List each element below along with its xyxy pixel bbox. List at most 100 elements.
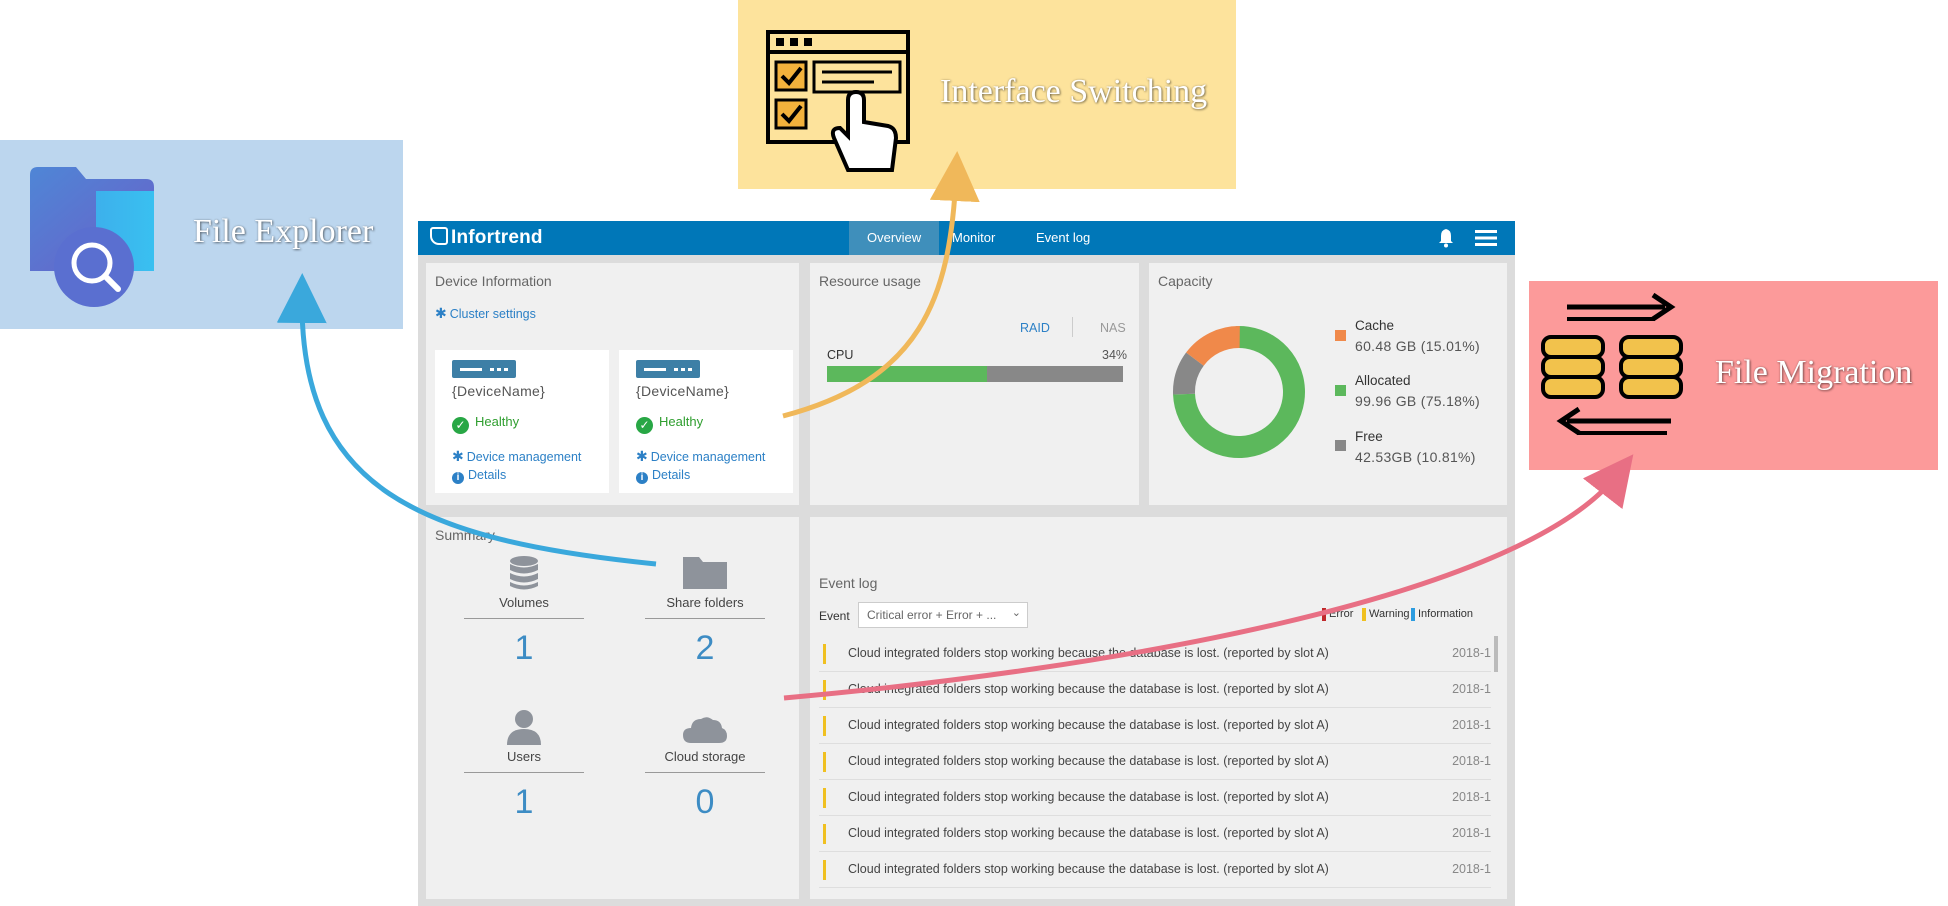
event-list-scrollbar[interactable] <box>1494 636 1498 672</box>
cache-legend-swatch <box>1335 330 1346 341</box>
toggle-divider <box>1072 317 1073 337</box>
allocated-label: Allocated <box>1355 373 1411 388</box>
cluster-settings-link[interactable]: ✱ Cluster settings <box>435 305 536 322</box>
chevron-down-icon: ⌄ <box>1011 607 1021 619</box>
hamburger-menu-icon[interactable] <box>1475 230 1497 246</box>
summary-volumes[interactable]: Volumes 1 <box>464 591 584 668</box>
cache-label: Cache <box>1355 318 1395 333</box>
summary-users[interactable]: Users 1 <box>464 745 584 822</box>
event-date: 2018-1 <box>1452 826 1491 840</box>
event-filter-value: Critical error + Error + ... <box>867 608 997 622</box>
details-link[interactable]: i Details <box>452 468 506 484</box>
error-legend-label: Error <box>1329 608 1354 620</box>
device-management-link[interactable]: ✱ Device management <box>452 448 581 465</box>
share-folders-count: 2 <box>695 629 715 667</box>
file-migration-title: File Migration <box>1715 354 1913 391</box>
event-message: Cloud integrated folders stop working be… <box>848 682 1329 696</box>
event-row[interactable]: Cloud integrated folders stop working be… <box>819 852 1491 888</box>
health-status-label: Healthy <box>475 414 520 429</box>
toggle-nas[interactable]: NAS <box>1100 321 1126 335</box>
health-status: ✓ Healthy <box>636 414 703 434</box>
device-name: {DeviceName} <box>452 383 546 399</box>
cache-value: 60.48 GB (15.01%) <box>1355 338 1480 354</box>
details-link[interactable]: i Details <box>636 468 690 484</box>
cloud-storage-count: 0 <box>695 783 715 821</box>
event-message: Cloud integrated folders stop working be… <box>848 862 1329 876</box>
free-value: 42.53GB (10.81%) <box>1355 449 1476 465</box>
warning-legend-swatch <box>1362 608 1366 621</box>
check-circle-icon: ✓ <box>636 417 653 434</box>
warning-indicator <box>823 680 826 700</box>
interface-touch-icon <box>766 30 910 172</box>
event-row[interactable]: Cloud integrated folders stop working be… <box>819 816 1491 852</box>
capacity-panel: Capacity Cache 60.48 GB (15.01%) Allocat… <box>1149 263 1507 505</box>
divider <box>464 618 584 619</box>
file-explorer-callout: File Explorer <box>0 140 403 329</box>
details-label: Details <box>652 468 691 482</box>
infortrend-logo[interactable]: Infortrend <box>430 227 543 249</box>
toggle-raid[interactable]: RAID <box>1020 321 1050 335</box>
device-name: {DeviceName} <box>636 383 730 399</box>
bell-icon[interactable] <box>1437 228 1455 248</box>
warning-indicator <box>823 824 826 844</box>
event-row[interactable]: Cloud integrated folders stop working be… <box>819 636 1491 672</box>
device-information-title: Device Information <box>435 273 552 289</box>
info-icon: i <box>452 472 464 484</box>
event-date: 2018-1 <box>1452 754 1491 768</box>
event-filter-select[interactable]: Critical error + Error + ... ⌄ <box>858 602 1028 628</box>
interface-switching-callout: Interface Switching <box>738 0 1236 189</box>
device-card: {DeviceName} ✓ Healthy ✱ Device management… <box>619 350 793 493</box>
device-management-label: Device management <box>466 450 582 464</box>
warning-indicator <box>823 788 826 808</box>
capacity-title: Capacity <box>1158 273 1213 289</box>
volumes-count: 1 <box>514 629 534 667</box>
free-legend-swatch <box>1335 440 1346 451</box>
warning-indicator <box>823 860 826 880</box>
divider <box>645 618 765 619</box>
cloud-storage-label: Cloud storage <box>664 749 746 764</box>
tab-event-log[interactable]: Event log <box>1018 221 1108 255</box>
summary-share-folders[interactable]: Share folders 2 <box>645 591 765 668</box>
capacity-donut-chart <box>1173 326 1305 458</box>
gear-icon: ✱ <box>636 448 648 464</box>
device-management-link[interactable]: ✱ Device management <box>636 448 765 465</box>
users-label: Users <box>507 749 541 764</box>
cpu-label: CPU <box>827 348 854 362</box>
resource-usage-title: Resource usage <box>819 273 921 289</box>
divider <box>645 772 765 773</box>
top-navigation-bar: Infortrend Overview Monitor Event log <box>418 221 1515 255</box>
warning-indicator <box>823 752 826 772</box>
file-explorer-title: File Explorer <box>193 213 374 250</box>
event-message: Cloud integrated folders stop working be… <box>848 790 1329 804</box>
divider <box>464 772 584 773</box>
event-row[interactable]: Cloud integrated folders stop working be… <box>819 744 1491 780</box>
cluster-settings-label: Cluster settings <box>449 307 536 321</box>
event-row[interactable]: Cloud integrated folders stop working be… <box>819 672 1491 708</box>
device-management-label: Device management <box>650 450 766 464</box>
warning-indicator <box>823 716 826 736</box>
share-folders-label: Share folders <box>666 595 744 610</box>
health-status: ✓ Healthy <box>452 414 519 434</box>
tab-overview[interactable]: Overview <box>849 221 940 255</box>
check-circle-icon: ✓ <box>452 417 469 434</box>
event-row[interactable]: Cloud integrated folders stop working be… <box>819 708 1491 744</box>
information-legend-swatch <box>1411 608 1415 621</box>
summary-cloud-storage[interactable]: Cloud storage 0 <box>645 745 765 822</box>
server-icon <box>452 360 516 378</box>
event-date: 2018-1 <box>1452 646 1491 660</box>
allocated-legend-swatch <box>1335 385 1346 396</box>
folder-icon <box>683 557 727 589</box>
event-message: Cloud integrated folders stop working be… <box>848 646 1329 660</box>
tab-monitor[interactable]: Monitor <box>934 221 1013 255</box>
event-log-panel: Event log Event Critical error + Error +… <box>810 517 1507 899</box>
event-date: 2018-1 <box>1452 862 1491 876</box>
interface-switching-title: Interface Switching <box>940 73 1208 110</box>
resource-usage-panel: Resource usage RAID NAS CPU 34% <box>810 263 1139 505</box>
details-label: Details <box>468 468 507 482</box>
user-icon <box>507 710 541 745</box>
file-migration-callout: File Migration <box>1529 281 1938 470</box>
event-date: 2018-1 <box>1452 718 1491 732</box>
database-transfer-icon <box>1541 292 1683 436</box>
event-row[interactable]: Cloud integrated folders stop working be… <box>819 780 1491 816</box>
gear-icon: ✱ <box>435 305 447 321</box>
